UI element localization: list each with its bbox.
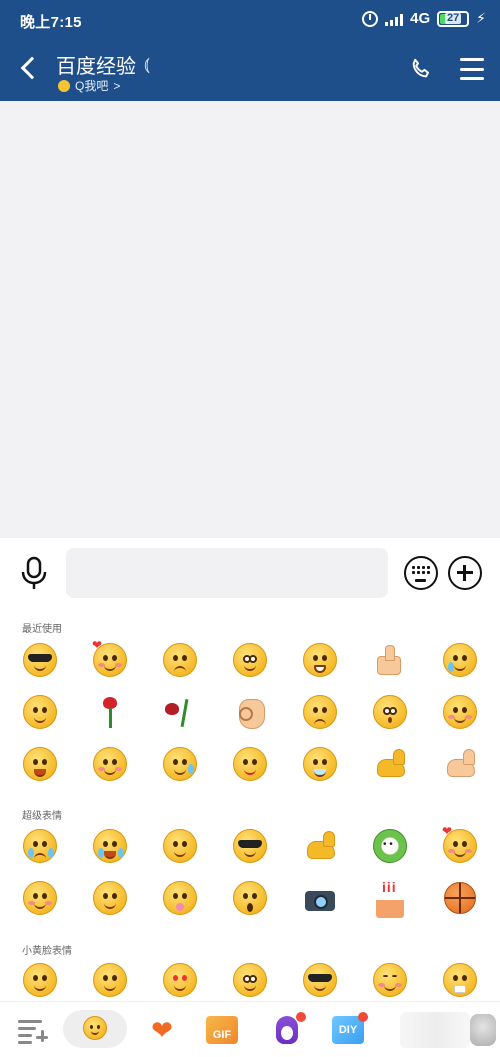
emoji-tab-bar: ❤ GIF DIY xyxy=(0,1001,500,1057)
emoji-list-icon[interactable] xyxy=(16,1012,52,1048)
dog-sticker-icon[interactable] xyxy=(470,1014,496,1046)
sad-face-emoji[interactable] xyxy=(302,694,338,730)
birthday-cake-emoji[interactable] xyxy=(372,879,408,918)
grinning-face-emoji[interactable] xyxy=(302,642,338,678)
laughing-face-emoji[interactable] xyxy=(22,746,58,782)
ear-icon[interactable]: ⦅ xyxy=(144,54,150,75)
tongue-face-emoji[interactable] xyxy=(22,694,58,730)
spitting-face-emoji[interactable] xyxy=(232,746,268,782)
battery-icon: 27 xyxy=(437,10,470,27)
lollipop-face-emoji[interactable] xyxy=(162,880,198,916)
input-bar xyxy=(0,538,500,606)
gif-label: GIF xyxy=(212,1029,232,1041)
diy-label: DIY xyxy=(338,1024,358,1036)
crying-face-emoji[interactable] xyxy=(22,828,58,864)
wrapped-face-emoji[interactable] xyxy=(442,962,478,998)
sunglasses-face-emoji[interactable] xyxy=(22,642,58,678)
muscle-emoji[interactable] xyxy=(372,746,408,782)
subtitle-text: Q我吧 xyxy=(75,79,109,93)
emoji-panel: 最近使用 ❤ 超级表情 ❤ 小黄脸表情 xyxy=(0,606,500,1001)
message-input[interactable] xyxy=(66,548,388,598)
notification-badge xyxy=(358,1012,368,1022)
heart-icon[interactable]: ❤ xyxy=(144,1012,180,1048)
angry-face-emoji[interactable] xyxy=(162,642,198,678)
heart-eyes-face-emoji[interactable]: ❤ xyxy=(92,638,128,678)
laugh-cry-face-emoji[interactable] xyxy=(92,828,128,864)
network-type: 4G xyxy=(410,10,431,27)
charging-icon: ⚡ xyxy=(476,10,486,26)
status-bar: 晚上7:15 4G 27 ⚡ xyxy=(0,0,500,40)
screaming-face-emoji[interactable] xyxy=(232,880,268,916)
sunglasses-face-emoji[interactable] xyxy=(232,828,268,864)
microphone-icon[interactable] xyxy=(18,555,50,591)
notification-badge xyxy=(296,1012,306,1022)
gif-icon[interactable]: GIF xyxy=(206,1016,238,1044)
chevron-right-icon: > xyxy=(113,78,121,93)
smile-face-emoji[interactable] xyxy=(22,962,58,998)
menu-icon[interactable] xyxy=(460,58,484,80)
section-label-super: 超级表情 xyxy=(22,811,62,822)
chat-subtitle[interactable]: Q我吧 > xyxy=(58,77,120,94)
chat-title-text: 百度经验 xyxy=(56,56,136,78)
smiley-tab[interactable] xyxy=(63,1010,127,1048)
hand-face-emoji[interactable] xyxy=(92,746,128,782)
shy-face-emoji[interactable] xyxy=(372,962,408,998)
tearful-face-emoji[interactable] xyxy=(232,962,268,998)
muscle-light-emoji[interactable] xyxy=(442,746,478,782)
laugh-cry-face-emoji[interactable] xyxy=(442,642,478,678)
chat-title[interactable]: 百度经验 ⦅ xyxy=(56,50,150,79)
section-label-recent: 最近使用 xyxy=(22,624,62,635)
smug-face-emoji[interactable] xyxy=(442,694,478,730)
muscle-emoji[interactable] xyxy=(302,828,338,864)
signal-icon xyxy=(385,12,404,26)
basketball-emoji[interactable] xyxy=(442,880,478,916)
drooling-face-emoji[interactable] xyxy=(302,746,338,782)
camera-emoji[interactable] xyxy=(302,880,338,916)
party-face-emoji[interactable] xyxy=(92,880,128,916)
keyboard-icon[interactable] xyxy=(404,556,438,590)
ok-hand-emoji[interactable] xyxy=(232,694,268,730)
plus-icon[interactable] xyxy=(448,556,482,590)
smiley-icon xyxy=(58,79,70,92)
diy-icon[interactable]: DIY xyxy=(332,1012,368,1044)
heart-eyes-face-emoji[interactable] xyxy=(162,962,198,998)
back-icon[interactable] xyxy=(14,54,44,84)
thinking-sweat-face-emoji[interactable] xyxy=(162,746,198,782)
wilted-rose-emoji[interactable] xyxy=(162,694,198,730)
heart-eyes-face-emoji[interactable]: ❤ xyxy=(442,824,478,864)
thumbs-up-emoji[interactable] xyxy=(372,642,408,678)
alarm-icon xyxy=(362,10,379,27)
penguin-icon[interactable] xyxy=(270,1012,306,1048)
section-label-yellow: 小黄脸表情 xyxy=(22,946,72,957)
title-bar: 晚上7:15 4G 27 ⚡ 百度经验 ⦅ Q我吧 > xyxy=(0,0,500,101)
cool-face-emoji[interactable] xyxy=(302,962,338,998)
status-icons: 4G 27 ⚡ xyxy=(362,10,486,27)
phone-icon[interactable] xyxy=(408,56,434,82)
battery-level: 27 xyxy=(445,12,462,24)
rose-emoji[interactable] xyxy=(92,694,128,730)
cabbage-dog-emoji[interactable] xyxy=(372,828,408,864)
status-time: 晚上7:15 xyxy=(20,14,82,31)
chat-message-area[interactable] xyxy=(0,101,500,538)
sweat-face-emoji[interactable] xyxy=(92,962,128,998)
sticker-pack-tab[interactable] xyxy=(400,1012,470,1048)
shy-face-emoji[interactable] xyxy=(22,880,58,916)
smiley-icon xyxy=(83,1016,107,1040)
surprised-face-emoji[interactable] xyxy=(372,694,408,730)
smiling-face-emoji[interactable] xyxy=(162,828,198,864)
scared-face-emoji[interactable] xyxy=(232,642,268,678)
